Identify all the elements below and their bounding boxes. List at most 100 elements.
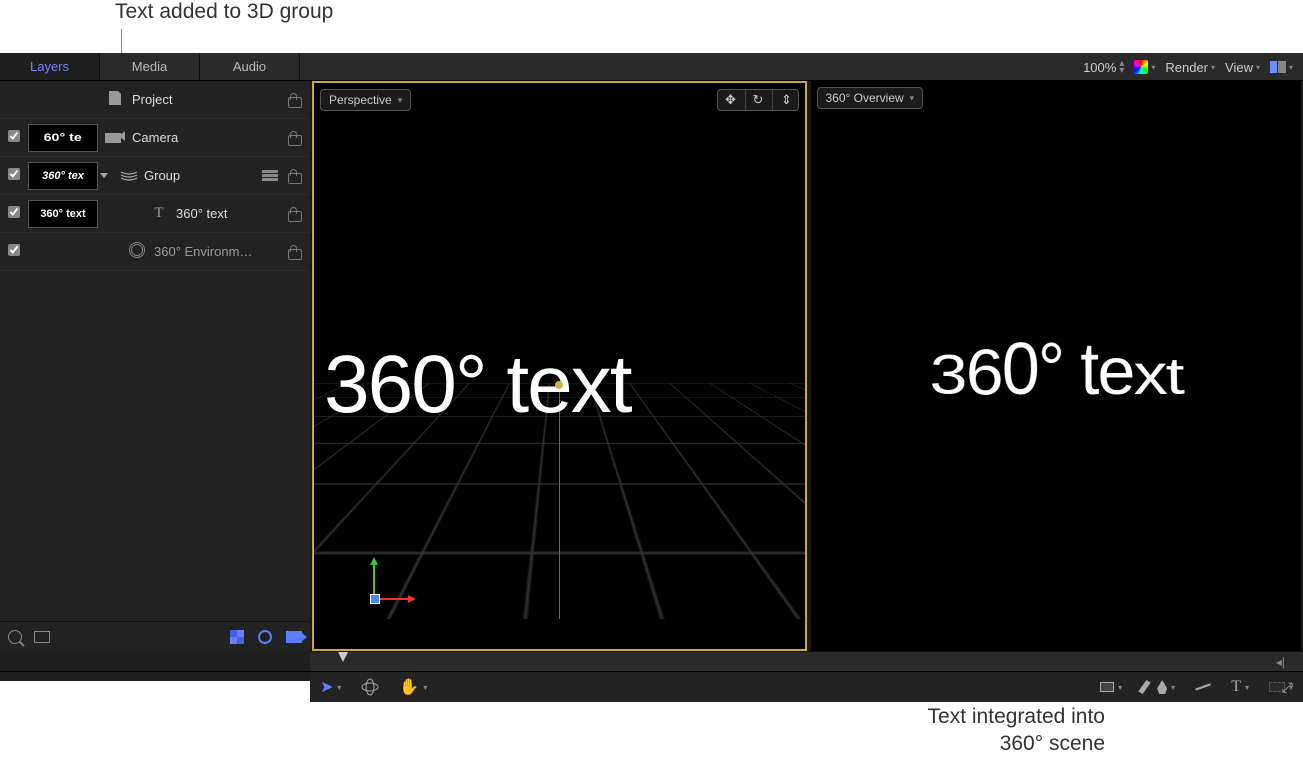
- lock-icon[interactable]: [288, 207, 300, 221]
- axis-gizmo[interactable]: [344, 559, 404, 619]
- layout-menu[interactable]: ▾: [1270, 61, 1293, 73]
- layer-label: Camera: [132, 130, 178, 145]
- anchor-point-icon[interactable]: [555, 381, 563, 389]
- visibility-checkbox[interactable]: [8, 206, 20, 218]
- color-swatch-icon: [1134, 60, 1148, 74]
- rectangle-icon: [1100, 682, 1114, 692]
- orbit-tool-icon[interactable]: ↻: [745, 90, 771, 110]
- visibility-checkbox[interactable]: [8, 168, 20, 180]
- view-label: View: [1225, 60, 1253, 75]
- arrow-icon: ➤: [320, 677, 333, 697]
- group-3d-icon: [118, 168, 140, 184]
- visibility-checkbox[interactable]: [8, 130, 20, 142]
- chevron-down-icon: ▾: [337, 683, 341, 692]
- pan-tool[interactable]: ✋▾: [399, 677, 427, 697]
- zoom-value: 100%: [1083, 60, 1116, 75]
- annotation-top: Text added to 3D group: [115, 0, 333, 24]
- chevron-down-icon: ▾: [1151, 63, 1155, 72]
- lock-icon[interactable]: [288, 245, 300, 259]
- chevron-down-icon: ▾: [1211, 63, 1215, 72]
- environment-icon: [126, 242, 148, 261]
- text-icon: T: [148, 205, 170, 222]
- axis-origin-icon: [370, 594, 380, 604]
- viewport-camera-menu[interactable]: Perspective ▾: [320, 89, 411, 111]
- canvas-top-controls: 100% ▴▾ ▾ Render▾ View▾ ▾: [1073, 53, 1303, 81]
- layer-thumbnail: 60° te: [28, 124, 98, 152]
- viewport-layout-icon: [1270, 61, 1286, 73]
- layer-row-360-text[interactable]: 360° text T 360° text: [0, 195, 310, 233]
- paint-tool[interactable]: ▾: [1142, 680, 1175, 694]
- chevron-down-icon: ▾: [1171, 683, 1175, 692]
- layer-row-camera[interactable]: 60° te Camera: [0, 119, 310, 157]
- layer-row-project[interactable]: Project: [0, 81, 310, 119]
- lock-icon[interactable]: [288, 131, 300, 145]
- text-tool[interactable]: T▾: [1231, 678, 1249, 696]
- layer-label: 360° text: [176, 206, 227, 221]
- lock-icon[interactable]: [288, 93, 300, 107]
- line-icon: [1195, 684, 1211, 691]
- layer-label: 360° Environm…: [154, 244, 252, 259]
- frame-icon[interactable]: [34, 631, 50, 643]
- stack-3d-icon[interactable]: [262, 170, 280, 182]
- viewport-360-overview[interactable]: 360° Overview ▾ 360° text: [811, 81, 1302, 651]
- layer-thumbnail: 360° text: [28, 200, 98, 228]
- lock-icon[interactable]: [288, 169, 300, 183]
- chevron-down-icon: ▾: [1118, 683, 1122, 692]
- annotation-bottom-2: 360° scene: [835, 732, 1105, 756]
- camera-icon: [104, 130, 126, 146]
- layer-label: Group: [144, 168, 180, 183]
- dolly-tool-icon[interactable]: ⇕: [772, 90, 798, 110]
- shape-tool[interactable]: ▾: [1100, 682, 1122, 692]
- zoom-stepper-icon: ▴▾: [1119, 60, 1124, 74]
- bezier-tool[interactable]: [1195, 686, 1211, 688]
- chevron-down-icon: ▾: [398, 95, 403, 106]
- chevron-down-icon: ▾: [423, 683, 427, 692]
- fullscreen-icon[interactable]: ⤢: [1282, 679, 1293, 696]
- tab-audio[interactable]: Audio: [200, 53, 300, 80]
- canvas-text-360: 360° text: [829, 326, 1283, 411]
- layer-row-360-environment[interactable]: 360° Environm…: [0, 233, 310, 271]
- app-window: Layers Media Audio 100% ▴▾ ▾ Render▾ Vie…: [0, 53, 1303, 681]
- tab-media[interactable]: Media: [100, 53, 200, 80]
- viewport-camera-label: Perspective: [329, 93, 392, 107]
- annotation-bottom-1: Text integrated into: [835, 705, 1105, 729]
- text-T-icon: T: [1231, 678, 1241, 696]
- layers-footer: [0, 621, 310, 651]
- layers-panel: Project 60° te Camera 360° tex: [0, 81, 310, 651]
- timeline-ruler[interactable]: ◂|: [310, 651, 1303, 671]
- render-label: Render: [1165, 60, 1208, 75]
- viewport-camera-label: 360° Overview: [826, 91, 904, 105]
- out-point-icon[interactable]: ◂|: [1276, 655, 1285, 669]
- disclosure-triangle-icon[interactable]: [100, 173, 108, 178]
- chevron-down-icon: ▾: [1289, 63, 1293, 72]
- canvas-toolbar: ➤▾ ✋▾ ▾ ▾ T▾ ▾ ⤢: [310, 672, 1303, 702]
- layer-row-group[interactable]: 360° tex Group: [0, 157, 310, 195]
- chevron-down-icon: ▾: [1256, 63, 1260, 72]
- zoom-control[interactable]: 100% ▴▾: [1083, 60, 1124, 75]
- render-menu[interactable]: Render▾: [1165, 60, 1215, 75]
- viewport-perspective[interactable]: Perspective ▾ ✥ ↻ ⇕ 360° text: [312, 81, 807, 651]
- playhead-icon[interactable]: [338, 652, 348, 662]
- 3d-transform-tool[interactable]: [361, 678, 379, 696]
- view-menu[interactable]: View▾: [1225, 60, 1260, 75]
- layer-label: Project: [132, 92, 172, 107]
- pencil-icon: [1139, 680, 1151, 694]
- project-icon: [104, 91, 126, 108]
- canvas-area: Perspective ▾ ✥ ↻ ⇕ 360° text: [310, 81, 1303, 651]
- chevron-down-icon: ▾: [910, 93, 915, 104]
- viewport-nav-controls: ✥ ↻ ⇕: [717, 89, 799, 111]
- search-icon[interactable]: [8, 630, 22, 644]
- circle-icon[interactable]: [258, 630, 272, 644]
- chevron-down-icon: ▾: [1245, 683, 1249, 692]
- camera-add-icon[interactable]: [286, 631, 302, 643]
- orbit-3d-icon: [361, 678, 379, 696]
- canvas-text-object[interactable]: 360° text: [324, 338, 631, 432]
- color-channels-menu[interactable]: ▾: [1134, 60, 1155, 74]
- pan-tool-icon[interactable]: ✥: [718, 90, 744, 110]
- drop-icon: [1157, 680, 1167, 694]
- viewport-camera-menu[interactable]: 360° Overview ▾: [817, 87, 924, 109]
- tab-layers[interactable]: Layers: [0, 53, 100, 80]
- checker-icon[interactable]: [230, 630, 244, 644]
- select-tool[interactable]: ➤▾: [320, 677, 341, 697]
- visibility-checkbox[interactable]: [8, 244, 20, 256]
